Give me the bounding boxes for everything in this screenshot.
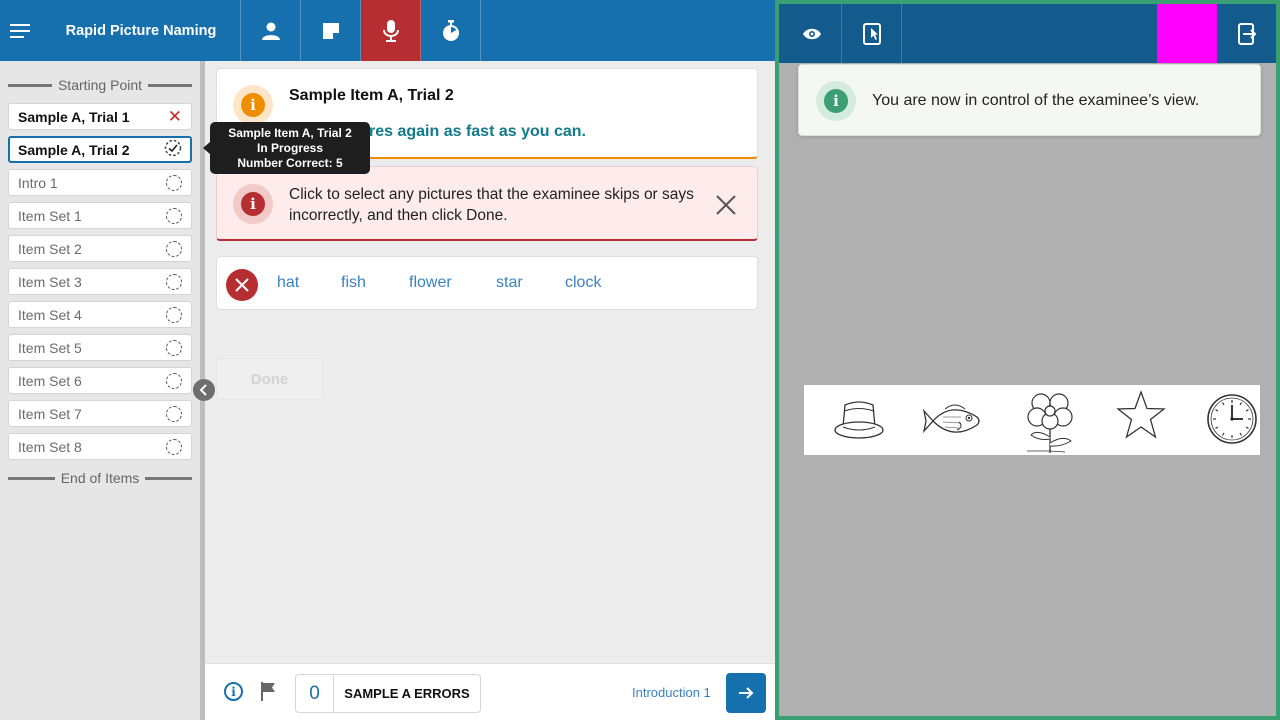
sidebar-item-item-set-4[interactable]: Item Set 4: [8, 301, 192, 328]
info-circle-icon[interactable]: i: [224, 682, 243, 701]
not-started-icon: [166, 174, 182, 191]
tooltip-status: In Progress: [256, 141, 324, 155]
sidebar-item-sample-a-trial-1[interactable]: Sample A, Trial 1 ✕: [8, 103, 192, 130]
sidebar-item-item-set-1[interactable]: Item Set 1: [8, 202, 192, 229]
incorrect-x-icon: ✕: [167, 106, 182, 126]
sidebar-item-label: Item Set 1: [18, 207, 82, 224]
word-star[interactable]: star: [496, 274, 523, 292]
sidebar-item-label: Item Set 6: [18, 372, 82, 389]
picture-strip: [804, 385, 1260, 455]
examinee-view-toolbar: [779, 4, 1276, 63]
starting-point-divider: Starting Point: [8, 76, 192, 94]
next-item-label: Introduction 1: [632, 685, 711, 700]
not-started-icon: [166, 405, 182, 422]
tooltip-arrow: [203, 142, 210, 154]
collapse-sidebar-button[interactable]: [193, 379, 215, 401]
timer-icon[interactable]: [421, 0, 481, 61]
clear-errors-x-icon[interactable]: [226, 269, 258, 301]
end-of-items-divider: End of Items: [8, 469, 192, 487]
sidebar-item-label: Intro 1: [18, 174, 58, 191]
eye-icon[interactable]: [782, 4, 842, 63]
star-picture[interactable]: [1115, 389, 1167, 441]
tooltip-correct-count: Number Correct: 5: [237, 156, 343, 170]
close-icon[interactable]: [714, 193, 738, 217]
sidebar-item-label: Item Set 7: [18, 405, 82, 422]
end-of-items-label: End of Items: [60, 470, 140, 486]
starting-point-label: Starting Point: [57, 77, 143, 93]
alert-text: Click to select any pictures that the ex…: [289, 186, 694, 224]
sidebar-item-item-set-3[interactable]: Item Set 3: [8, 268, 192, 295]
person-icon[interactable]: [241, 0, 301, 61]
sidebar-item-item-set-5[interactable]: Item Set 5: [8, 334, 192, 361]
tooltip-title: Sample Item A, Trial 2: [228, 126, 352, 140]
sidebar-item-item-set-6[interactable]: Item Set 6: [8, 367, 192, 394]
done-button[interactable]: Done: [216, 358, 323, 400]
word-clock[interactable]: clock: [565, 274, 601, 292]
control-notice: i You are now in control of the examinee…: [798, 64, 1261, 136]
hat-picture[interactable]: [829, 389, 889, 451]
sidebar-item-label: Item Set 8: [18, 438, 82, 455]
error-counter: 0 SAMPLE A ERRORS: [295, 674, 481, 713]
word-flower[interactable]: flower: [409, 274, 452, 292]
not-started-icon: [166, 207, 182, 224]
sidebar-item-item-set-7[interactable]: Item Set 7: [8, 400, 192, 427]
microphone-icon[interactable]: [361, 0, 421, 61]
control-notice-text: You are now in control of the examinee’s…: [872, 92, 1200, 109]
exit-icon[interactable]: [1217, 4, 1277, 63]
app-title: Rapid Picture Naming: [42, 0, 241, 61]
not-started-icon: [166, 339, 182, 356]
sidebar-item-item-set-8[interactable]: Item Set 8: [8, 433, 192, 460]
not-started-icon: [166, 240, 182, 257]
alert-icon: i: [233, 184, 273, 224]
highlight-marker: [1157, 4, 1217, 63]
flag-icon[interactable]: [260, 682, 276, 706]
clock-picture[interactable]: [1204, 389, 1260, 445]
item-status-tooltip: Sample Item A, Trial 2 In Progress Numbe…: [210, 122, 370, 174]
not-started-icon: [166, 438, 182, 455]
flower-picture[interactable]: [1021, 389, 1079, 455]
sidebar-item-label: Item Set 2: [18, 240, 82, 257]
not-started-icon: [166, 306, 182, 323]
footer-bar: i 0 SAMPLE A ERRORS Introduction 1: [205, 663, 775, 720]
word-hat[interactable]: hat: [277, 274, 299, 292]
not-started-icon: [166, 372, 182, 389]
sidebar-item-label: Item Set 3: [18, 273, 82, 290]
success-info-icon: i: [816, 81, 856, 121]
word-fish[interactable]: fish: [341, 274, 366, 292]
fish-picture[interactable]: [921, 389, 987, 451]
tablet-touch-icon[interactable]: [842, 4, 902, 63]
menu-icon[interactable]: [0, 0, 42, 61]
sidebar-item-sample-a-trial-2[interactable]: Sample A, Trial 2: [8, 136, 192, 163]
next-button[interactable]: [726, 673, 766, 713]
sidebar-item-item-set-2[interactable]: Item Set 2: [8, 235, 192, 262]
item-title: Sample Item A, Trial 2: [289, 87, 454, 104]
sidebar-item-intro-1[interactable]: Intro 1: [8, 169, 192, 196]
scoring-instruction-alert: i Click to select any pictures that the …: [216, 166, 758, 241]
not-started-icon: [166, 273, 182, 290]
sidebar-item-label: Sample A, Trial 1: [18, 108, 130, 125]
error-count: 0: [296, 675, 334, 712]
in-progress-icon: [164, 139, 182, 160]
error-label: SAMPLE A ERRORS: [344, 686, 470, 701]
examinee-view-panel: i You are now in control of the examinee…: [775, 0, 1280, 720]
info-icon: i: [233, 85, 273, 125]
word-response-row: hat fish flower star clock: [216, 256, 758, 310]
sidebar-item-label: Item Set 5: [18, 339, 82, 356]
sidebar-item-label: Item Set 4: [18, 306, 82, 323]
note-icon[interactable]: [301, 0, 361, 61]
sidebar-item-label: Sample A, Trial 2: [18, 141, 130, 158]
top-toolbar: Rapid Picture Naming: [0, 0, 775, 61]
